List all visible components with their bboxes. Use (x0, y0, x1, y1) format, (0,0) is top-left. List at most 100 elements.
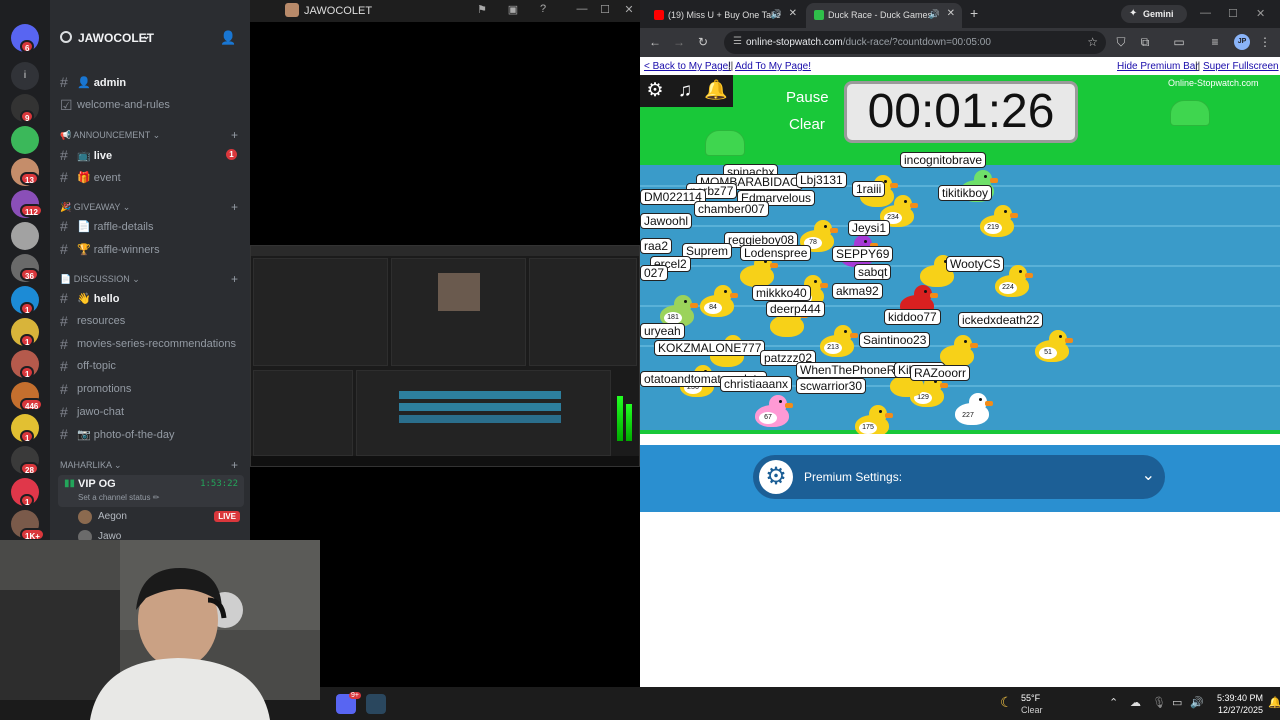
hide-premium-bar-link[interactable]: Hide Premium Bar (1117, 61, 1199, 72)
back-icon[interactable]: ← (648, 35, 662, 49)
chevron-up-icon[interactable]: ⌃ (1109, 696, 1118, 709)
add-channel-icon[interactable]: + (231, 200, 238, 214)
channel-hello[interactable]: # 👋 hello (58, 288, 244, 308)
tab-strip: (19) Miss U + Buy One Take 🔊 ✕ Duck Race… (640, 0, 1280, 28)
music-icon[interactable]: ♫ (674, 80, 696, 102)
channel-jawo-chat[interactable]: # jawo-chat (58, 402, 244, 422)
close-tab-icon[interactable]: ✕ (947, 8, 955, 19)
duck-nametag: Lbj3131 (796, 172, 847, 188)
editor-effects-panel (529, 258, 637, 366)
game-controls: ⚙ ♫ 🔔 (640, 75, 733, 107)
voice-member[interactable]: Jawo (78, 528, 240, 540)
channel-movies[interactable]: # movies-series-recommendations (58, 334, 244, 354)
channel-photo[interactable]: # 📷 photo-of-the-day (58, 424, 244, 444)
server-icon[interactable] (11, 126, 39, 154)
bell-icon[interactable]: 🔔 (704, 80, 728, 102)
add-to-my-page-link[interactable]: Add To My Page! (735, 61, 811, 72)
clear-button[interactable]: Clear (789, 116, 825, 133)
browser-toolbar: ← → ↻ ☰ online-stopwatch.com/duck-race/?… (640, 28, 1280, 57)
duck-beak (1010, 213, 1018, 218)
voice-member[interactable]: Aegon LIVE (78, 508, 240, 526)
tab-duck-race[interactable]: Duck Race - Duck Games 🔊 ✕ (806, 3, 962, 28)
flag-icon[interactable]: ⚑ (475, 3, 489, 17)
maximize-icon[interactable]: ☐ (1228, 7, 1238, 20)
channel-raffle-details[interactable]: # 📄 raffle-details (58, 216, 244, 236)
channel-off-topic[interactable]: # off-topic (58, 356, 244, 376)
new-tab-icon[interactable]: + (970, 5, 978, 21)
duck-nametag: christiaaanx (720, 376, 793, 392)
clock-date: 12/27/2025 (1217, 705, 1263, 715)
server-icon[interactable] (11, 222, 39, 250)
invite-people-icon[interactable]: 👤 (220, 30, 236, 46)
shield-icon[interactable]: ⛉ (1114, 35, 1128, 49)
maximize-icon[interactable]: ☐ (598, 3, 612, 17)
speaker-icon[interactable]: 🔊 (929, 9, 940, 20)
site-info-icon[interactable]: ☰ (733, 36, 742, 47)
hash-icon: # (60, 336, 68, 352)
category-discussion[interactable]: 📄 DISCUSSION ⌄ + (60, 272, 244, 288)
add-channel-icon[interactable]: + (231, 128, 238, 142)
chevron-down-icon[interactable]: ⌄ (1142, 465, 1155, 485)
channel-admin[interactable]: # 👤 admin (58, 72, 244, 92)
guild-header[interactable]: JAWOCOLET ⌄ 👤 (50, 24, 250, 52)
network-icon[interactable]: ▭ (1172, 696, 1182, 709)
mic-icon[interactable]: 🎙 (1152, 696, 1166, 709)
tab-youtube[interactable]: (19) Miss U + Buy One Take 🔊 ✕ (646, 3, 804, 28)
channel-promotions[interactable]: # promotions (58, 379, 244, 399)
close-icon[interactable]: ✕ (622, 3, 636, 17)
address-bar[interactable]: ☰ online-stopwatch.com/duck-race/?countd… (724, 31, 1106, 54)
channel-label: promotions (77, 383, 132, 395)
speaker-icon[interactable]: 🔊 (771, 9, 782, 20)
duck-eye (1019, 270, 1022, 273)
gear-icon[interactable]: ⚙ (644, 80, 666, 102)
add-channel-icon[interactable]: + (231, 458, 238, 472)
voice-channel-vip-og[interactable]: ▮▮ VIP OG 1:53:22 Set a channel status ✏ (58, 475, 244, 507)
steam-app-icon[interactable] (366, 694, 386, 714)
help-icon[interactable]: ? (536, 3, 550, 17)
server-badge: 1K+ (20, 528, 45, 540)
system-clock[interactable]: 5:39:40 PM 12/27/2025 (1213, 692, 1263, 716)
super-fullscreen-link[interactable]: Super Fullscreen (1203, 61, 1279, 72)
timeline-clip (399, 391, 561, 399)
profile-avatar[interactable]: JP (1234, 34, 1250, 50)
minimize-icon[interactable]: — (1200, 7, 1211, 19)
cast-icon[interactable]: ▭ (1172, 35, 1186, 49)
timeline-clip (399, 403, 561, 411)
volume-icon[interactable]: 🔊 (1190, 696, 1204, 709)
duck-number: 219 (984, 222, 1002, 234)
guild-icon (60, 31, 72, 43)
layout-icon[interactable]: ▣ (506, 3, 520, 17)
category-maharlika[interactable]: MAHARLIKA ⌄ + (60, 458, 244, 474)
channel-welcome[interactable]: ☑ welcome-and-rules (58, 95, 244, 115)
gemini-button[interactable]: ✦ Gemini (1121, 5, 1187, 23)
channel-live[interactable]: # 📺 live 1 (58, 145, 244, 165)
extensions-icon[interactable]: ⧉ (1138, 35, 1152, 49)
duck-favicon-icon (814, 10, 824, 20)
server-icon[interactable]: i (11, 62, 39, 90)
forward-icon[interactable]: → (672, 35, 686, 49)
pause-button[interactable]: Pause (786, 89, 829, 106)
channel-event[interactable]: # 🎁 event (58, 167, 244, 187)
timeline-clip (399, 415, 561, 423)
notification-icon[interactable]: 🔔 (1268, 696, 1280, 709)
sidebar-icon[interactable]: ≡ (1208, 35, 1222, 49)
close-tab-icon[interactable]: ✕ (789, 8, 797, 19)
add-channel-icon[interactable]: + (231, 272, 238, 286)
duck: 175 (855, 405, 893, 437)
channel-resources[interactable]: # resources (58, 311, 244, 331)
category-announcement[interactable]: 📢 ANNOUNCEMENT ⌄ + (60, 128, 244, 144)
duck-beak (820, 283, 828, 288)
back-to-my-page-link[interactable]: < Back to My Page! (644, 61, 731, 72)
minimize-icon[interactable]: — (575, 3, 589, 17)
menu-icon[interactable]: ⋮ (1258, 35, 1272, 49)
cloud-icon[interactable]: ☁ (1130, 696, 1141, 709)
premium-settings-bar[interactable]: ⚙ Premium Settings: ⌄ (753, 455, 1165, 499)
editor-menubar (251, 246, 639, 256)
close-icon[interactable]: ✕ (1256, 7, 1265, 20)
reload-icon[interactable]: ↻ (696, 35, 710, 49)
channel-label: movies-series-recommendations (77, 338, 236, 350)
category-giveaway[interactable]: 🎉 GIVEAWAY ⌄ + (60, 200, 244, 216)
channel-raffle-winners[interactable]: # 🏆 raffle-winners (58, 239, 244, 259)
voice-status[interactable]: Set a channel status ✏ (78, 493, 159, 502)
bookmark-star-icon[interactable]: ☆ (1087, 35, 1098, 49)
